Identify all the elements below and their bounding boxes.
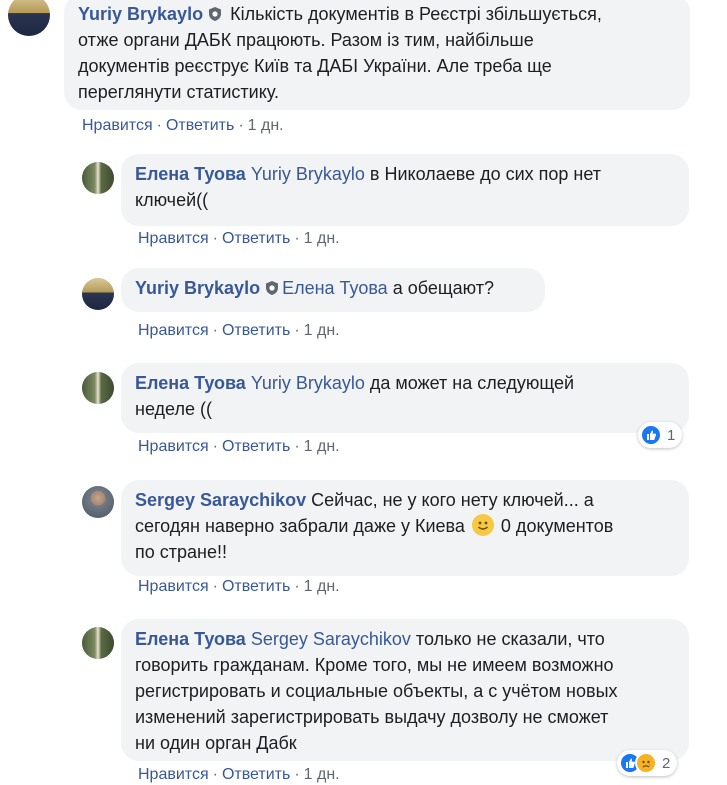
- reaction-count: 2: [662, 754, 671, 772]
- avatar[interactable]: [82, 486, 114, 518]
- separator-dot: ·: [212, 322, 218, 339]
- comment-actions: Нравится · Ответить · 1 дн.: [138, 437, 340, 457]
- reactions-summary[interactable]: 2: [617, 750, 678, 776]
- reply-link[interactable]: Ответить: [166, 117, 234, 134]
- comment-bubble: Елена Туова Yuriy Brykaylo да может на с…: [121, 363, 689, 433]
- comment-author[interactable]: Елена Туова: [135, 373, 246, 393]
- reply-link[interactable]: Ответить: [222, 578, 290, 595]
- shield-badge-icon: [209, 7, 222, 21]
- like-link[interactable]: Нравится: [138, 438, 209, 455]
- comment-bubble: Sergey Saraychikov Сейчас, не у кого нет…: [121, 480, 689, 576]
- comment-actions: Нравится · Ответить · 1 дн.: [138, 577, 340, 597]
- comment-actions: Нравится · Ответить · 1 дн.: [138, 321, 340, 341]
- avatar[interactable]: [82, 162, 114, 194]
- comment-actions: Нравится · Ответить · 1 дн.: [138, 229, 340, 249]
- timestamp[interactable]: 1 дн.: [248, 117, 284, 134]
- avatar[interactable]: [8, 0, 50, 36]
- reply-link[interactable]: Ответить: [222, 766, 290, 783]
- shield-badge-icon: [266, 281, 279, 295]
- separator-dot: ·: [212, 438, 218, 455]
- like-link[interactable]: Нравится: [138, 578, 209, 595]
- separator-dot: ·: [212, 230, 218, 247]
- comment-bubble: Yuriy Brykaylo Елена Туова а обещают?: [121, 268, 545, 312]
- separator-dot: ·: [238, 117, 244, 134]
- like-link[interactable]: Нравится: [138, 766, 209, 783]
- reactions-summary[interactable]: 1: [638, 422, 683, 448]
- separator-dot: ·: [212, 578, 218, 595]
- reply-link[interactable]: Ответить: [222, 230, 290, 247]
- comment-yuriy-1: Yuriy Brykaylo Кількість документів в Ре…: [0, 0, 727, 140]
- mention-link[interactable]: Sergey Saraychikov: [251, 629, 411, 649]
- mention-link[interactable]: Yuriy Brykaylo: [251, 373, 365, 393]
- timestamp[interactable]: 1 дн.: [304, 230, 340, 247]
- comment-actions: Нравится · Ответить · 1 дн.: [138, 765, 340, 785]
- separator-dot: ·: [294, 578, 300, 595]
- comment-bubble: Елена Туова Sergey Saraychikov только не…: [121, 619, 689, 761]
- like-link[interactable]: Нравится: [82, 117, 153, 134]
- comment-author[interactable]: Sergey Saraychikov: [135, 490, 306, 510]
- timestamp[interactable]: 1 дн.: [304, 766, 340, 783]
- like-link[interactable]: Нравится: [138, 322, 209, 339]
- smile-emoji-icon: [471, 514, 494, 536]
- like-reaction-icon: [640, 424, 662, 446]
- reply-link[interactable]: Ответить: [222, 438, 290, 455]
- comment-author[interactable]: Елена Туова: [135, 629, 246, 649]
- like-link[interactable]: Нравится: [138, 230, 209, 247]
- comment-author[interactable]: Yuriy Brykaylo: [135, 278, 260, 298]
- avatar[interactable]: [82, 627, 114, 659]
- separator-dot: ·: [294, 438, 300, 455]
- avatar[interactable]: [82, 372, 114, 404]
- comment-author[interactable]: Yuriy Brykaylo: [78, 4, 203, 24]
- comment-text: а обещают?: [387, 278, 495, 298]
- comment-actions: Нравится · Ответить · 1 дн.: [82, 116, 284, 136]
- comment-bubble: Yuriy Brykaylo Кількість документів в Ре…: [64, 0, 690, 110]
- separator-dot: ·: [294, 766, 300, 783]
- timestamp[interactable]: 1 дн.: [304, 322, 340, 339]
- reaction-count: 1: [667, 426, 676, 444]
- timestamp[interactable]: 1 дн.: [304, 578, 340, 595]
- separator-dot: ·: [294, 230, 300, 247]
- avatar[interactable]: [82, 278, 114, 310]
- reply-link[interactable]: Ответить: [222, 322, 290, 339]
- sad-reaction-icon: [635, 752, 657, 774]
- separator-dot: ·: [212, 766, 218, 783]
- separator-dot: ·: [156, 117, 162, 134]
- timestamp[interactable]: 1 дн.: [304, 438, 340, 455]
- mention-link[interactable]: Yuriy Brykaylo: [251, 164, 365, 184]
- separator-dot: ·: [294, 322, 300, 339]
- comment-author[interactable]: Елена Туова: [135, 164, 246, 184]
- mention-link[interactable]: Елена Туова: [282, 278, 388, 298]
- comment-bubble: Елена Туова Yuriy Brykaylo в Николаеве д…: [121, 154, 689, 226]
